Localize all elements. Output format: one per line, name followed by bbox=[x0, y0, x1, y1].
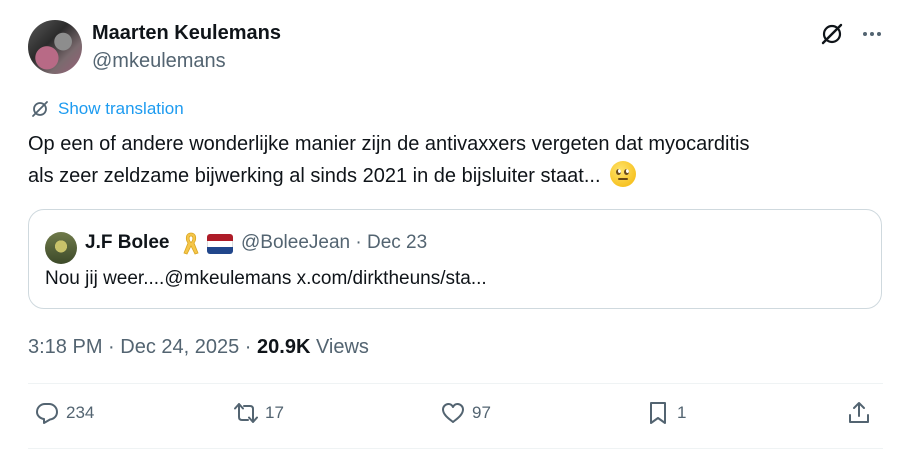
quoted-author-name: J.F Bolee bbox=[85, 232, 170, 253]
tweet-text-line-1: Op een of andere wonderlijke manier zijn… bbox=[28, 133, 750, 155]
grok-icon[interactable] bbox=[818, 20, 846, 48]
reply-button[interactable]: 234 bbox=[34, 400, 94, 426]
author-handle[interactable]: @mkeulemans bbox=[92, 50, 226, 73]
actions-top-divider bbox=[28, 383, 883, 384]
netherlands-flag-icon bbox=[207, 234, 233, 254]
flag-stripe-red bbox=[207, 234, 233, 241]
actions-bottom-divider bbox=[28, 448, 883, 449]
translate-icon bbox=[32, 101, 48, 117]
quoted-handle-and-date: @BoleeJean · Dec 23 bbox=[241, 232, 428, 253]
share-button[interactable] bbox=[846, 400, 872, 426]
tweet-actions-bar: 234 17 97 1 bbox=[28, 400, 883, 432]
quoted-author-avatar bbox=[45, 232, 77, 264]
bookmark-button[interactable]: 1 bbox=[645, 400, 686, 426]
repost-count: 17 bbox=[265, 403, 284, 422]
tweet-timestamp: 3:18 PM · Dec 24, 2025 · 20.9K Views bbox=[28, 336, 369, 359]
reply-count: 234 bbox=[66, 403, 95, 422]
show-translation-label: Show translation bbox=[58, 99, 184, 118]
repost-icon bbox=[234, 403, 258, 423]
share-icon bbox=[849, 402, 869, 423]
tweet-text-line-2: als zeer zeldzame bijwerking al sinds 20… bbox=[28, 165, 601, 187]
ribbon-icon bbox=[183, 232, 199, 255]
views-label: Views bbox=[310, 336, 369, 358]
flag-stripe-blue bbox=[207, 247, 233, 254]
author-avatar[interactable] bbox=[28, 20, 82, 74]
tweet-text: Op een of andere wonderlijke manier zijn… bbox=[28, 128, 878, 192]
views-count: 20.9K bbox=[257, 336, 311, 358]
face-with-rolling-eyes-emoji bbox=[610, 161, 637, 187]
more-icon[interactable] bbox=[858, 20, 886, 48]
quoted-tweet-text: Nou jij weer....@mkeulemans x.com/dirkth… bbox=[45, 268, 487, 289]
bookmark-count: 1 bbox=[677, 403, 687, 422]
like-count: 97 bbox=[472, 403, 491, 422]
like-icon bbox=[442, 403, 464, 423]
quoted-tweet[interactable]: J.F Bolee @BoleeJean · Dec 23 Nou jij we… bbox=[28, 209, 882, 309]
repost-button[interactable]: 17 bbox=[233, 400, 284, 426]
like-button[interactable]: 97 bbox=[440, 400, 491, 426]
tweet-time[interactable]: 3:18 PM · Dec 24, 2025 · bbox=[28, 336, 257, 358]
reply-icon bbox=[36, 403, 58, 424]
bookmark-icon bbox=[650, 402, 666, 424]
author-name[interactable]: Maarten Keulemans bbox=[92, 22, 281, 45]
flag-stripe-white bbox=[207, 240, 233, 248]
show-translation-link[interactable]: Show translation bbox=[30, 99, 184, 119]
